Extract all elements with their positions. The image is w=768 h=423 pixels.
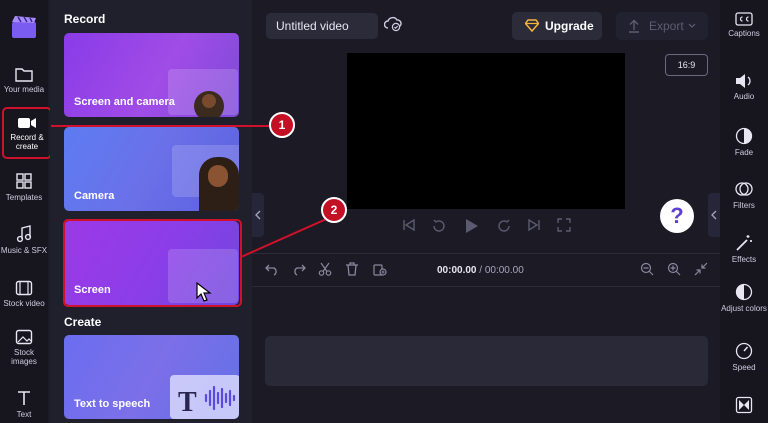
properties-adjust-colors[interactable]: Adjust colors	[720, 283, 768, 313]
annotation-step-2: 2	[321, 197, 347, 223]
effects-wand-icon	[736, 235, 752, 251]
collapse-right-panel-handle[interactable]	[708, 193, 720, 237]
timeline-track[interactable]	[265, 336, 708, 386]
mouse-cursor-icon	[196, 282, 212, 302]
time-separator: /	[476, 265, 485, 276]
speedometer-icon	[735, 342, 753, 360]
right-navigation: Captions Audio Fade Filters Effects Adju…	[720, 0, 768, 423]
properties-speed[interactable]: Speed	[720, 342, 768, 372]
left-navigation: Your media Record & create Templates Mus…	[0, 0, 48, 423]
nav-label: Stock video	[3, 299, 45, 308]
card-label: Screen and camera	[74, 96, 175, 108]
right-nav-label: Effects	[731, 255, 757, 264]
rewind-5-icon[interactable]	[431, 218, 447, 234]
nav-stock-images[interactable]: Stock images	[0, 323, 48, 375]
properties-fade[interactable]: Fade	[720, 127, 768, 157]
timecode-display: 00:00.00 / 00:00.00	[437, 265, 524, 276]
adjust-colors-icon	[735, 283, 753, 301]
aspect-ratio-button[interactable]: 16:9	[665, 54, 708, 76]
right-nav-label: Filters	[733, 201, 755, 210]
zoom-out-icon[interactable]	[640, 262, 654, 276]
nav-label: Your media	[3, 85, 45, 94]
properties-filters[interactable]: Filters	[720, 180, 768, 210]
upgrade-label: Upgrade	[545, 19, 594, 33]
trash-icon[interactable]	[345, 262, 359, 276]
templates-icon	[16, 173, 32, 189]
music-note-icon	[16, 225, 32, 243]
image-icon	[15, 329, 33, 345]
upload-icon	[629, 19, 639, 33]
film-icon	[15, 280, 33, 296]
nav-label: Music & SFX	[0, 246, 48, 255]
speaker-icon	[736, 74, 751, 88]
export-label: Export	[649, 19, 684, 33]
properties-transition[interactable]	[720, 396, 768, 417]
record-section-title: Record	[64, 12, 106, 26]
total-time: 00:00.00	[484, 265, 524, 276]
nav-music-sfx[interactable]: Music & SFX	[0, 219, 48, 271]
captions-icon	[735, 12, 753, 26]
zoom-in-icon[interactable]	[667, 262, 681, 276]
undo-icon[interactable]	[265, 262, 279, 276]
skip-forward-icon[interactable]	[527, 218, 541, 232]
current-time: 00:00.00	[437, 265, 477, 276]
nav-text[interactable]: Text	[0, 383, 48, 423]
collapse-left-panel-handle[interactable]	[252, 193, 264, 237]
chevron-left-icon	[255, 210, 261, 220]
properties-effects[interactable]: Effects	[720, 234, 768, 264]
video-preview[interactable]	[347, 53, 625, 209]
card-label: Camera	[74, 190, 115, 202]
create-section-title: Create	[64, 315, 102, 329]
right-nav-label: Adjust colors	[721, 304, 767, 313]
chevron-down-icon	[688, 23, 696, 28]
right-nav-label: Captions	[728, 29, 760, 38]
upgrade-button[interactable]: Upgrade	[512, 12, 602, 40]
right-nav-label: Fade	[734, 148, 754, 157]
nav-stock-video[interactable]: Stock video	[0, 274, 48, 326]
properties-audio[interactable]: Audio	[720, 73, 768, 101]
nav-label: Text	[16, 410, 32, 419]
filters-icon	[735, 182, 753, 196]
fit-timeline-icon[interactable]	[694, 262, 708, 276]
nav-label: Templates	[5, 193, 43, 202]
fullscreen-icon[interactable]	[557, 218, 571, 232]
screen-and-camera-card[interactable]: Screen and camera	[64, 33, 239, 117]
help-button[interactable]: ?	[660, 199, 694, 233]
card-label: Text to speech	[74, 398, 151, 410]
annotation-step-1: 1	[269, 112, 295, 138]
waveform-icon	[204, 385, 236, 411]
forward-5-icon[interactable]	[496, 218, 512, 234]
text-to-speech-card[interactable]: T Text to speech	[64, 335, 239, 419]
chevron-left-icon	[711, 210, 717, 220]
redo-icon[interactable]	[292, 262, 306, 276]
text-icon	[18, 391, 30, 405]
clipchamp-logo-icon[interactable]	[10, 14, 38, 40]
nav-your-media[interactable]: Your media	[0, 60, 48, 112]
person-face	[208, 165, 228, 187]
text-glyph-icon: T	[178, 387, 197, 418]
nav-templates[interactable]: Templates	[0, 166, 48, 218]
right-nav-label: Audio	[733, 92, 755, 101]
export-button[interactable]: Export	[616, 12, 708, 40]
record-create-panel: Record Screen and camera Camera Screen C…	[50, 0, 252, 423]
cloud-saved-icon[interactable]	[384, 16, 402, 32]
properties-captions[interactable]: Captions	[720, 12, 768, 38]
video-title-input[interactable]: Untitled video	[266, 13, 378, 39]
diamond-icon	[525, 19, 539, 32]
nav-label: Stock images	[11, 348, 37, 366]
duplicate-icon[interactable]	[373, 262, 387, 276]
highlight-frame-record	[2, 107, 52, 159]
right-nav-label: Speed	[732, 363, 756, 372]
fade-icon	[735, 127, 753, 145]
folder-icon	[15, 68, 33, 82]
skip-back-icon[interactable]	[402, 218, 416, 232]
annotation-line-1	[51, 125, 281, 127]
person-face	[202, 94, 216, 108]
transition-icon	[735, 396, 753, 414]
highlight-frame-screen	[63, 219, 242, 307]
camera-card[interactable]: Camera	[64, 127, 239, 211]
play-icon[interactable]	[464, 217, 480, 235]
scissors-icon[interactable]	[318, 262, 332, 276]
